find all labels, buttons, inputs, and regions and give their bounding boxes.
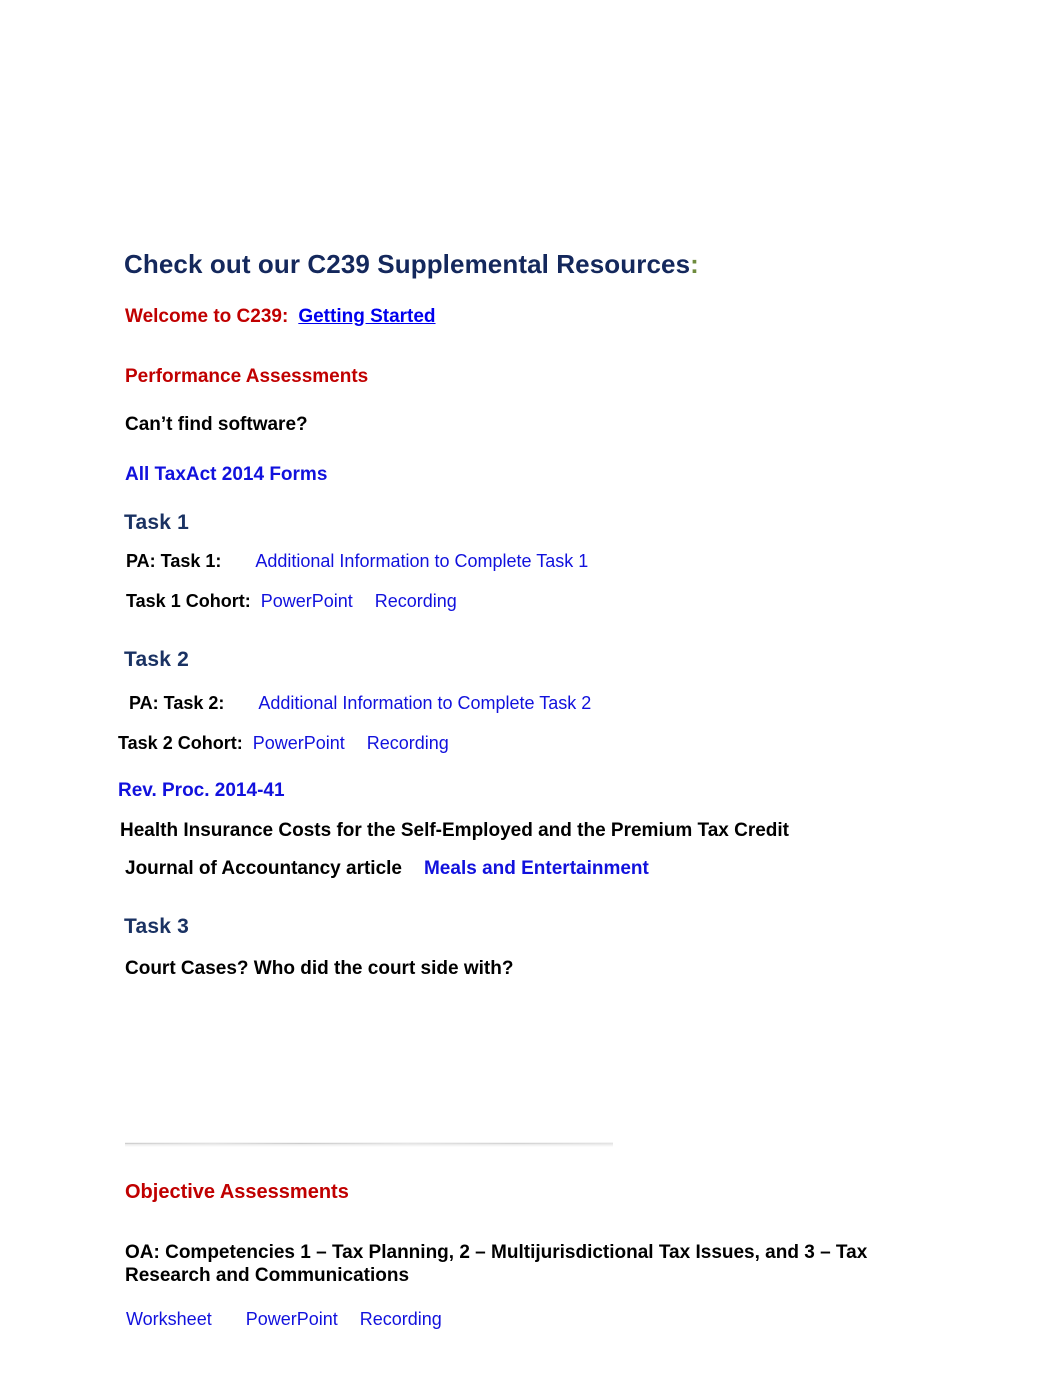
- meals-and-entertainment-link[interactable]: Meals and Entertainment: [424, 858, 649, 879]
- rev-proc-2014-41-link[interactable]: Rev. Proc. 2014-41: [118, 780, 285, 802]
- page-title-colon: :: [690, 249, 699, 279]
- task-1-recording-link[interactable]: Recording: [375, 591, 457, 611]
- task-2-recording-link[interactable]: Recording: [367, 733, 449, 753]
- task-1-additional-info-link[interactable]: Additional Information to Complete Task …: [255, 551, 588, 571]
- document-page: Check out our C239 Supplemental Resource…: [0, 0, 1062, 1377]
- welcome-line: Welcome to C239: Getting Started: [125, 306, 436, 328]
- task-2-cohort-label: Task 2 Cohort:: [118, 733, 243, 753]
- task-2-heading: Task 2: [124, 648, 190, 671]
- task-1-pa-row: PA: Task 1: Additional Information to Com…: [126, 551, 588, 572]
- task-1-powerpoint-link[interactable]: PowerPoint: [261, 591, 353, 611]
- task-1-cohort-row: Task 1 Cohort: PowerPoint Recording: [126, 591, 457, 612]
- page-title-text: Check out our C239 Supplemental Resource…: [124, 249, 691, 279]
- objective-links-row: Worksheet PowerPoint Recording: [126, 1309, 442, 1330]
- oa-worksheet-link[interactable]: Worksheet: [126, 1309, 212, 1329]
- oa-powerpoint-link[interactable]: PowerPoint: [246, 1309, 338, 1329]
- oa-recording-link[interactable]: Recording: [360, 1309, 442, 1329]
- task-1-heading: Task 1: [124, 511, 190, 534]
- task-2-powerpoint-link[interactable]: PowerPoint: [253, 733, 345, 753]
- task-2-cohort-row: Task 2 Cohort: PowerPoint Recording: [118, 733, 449, 754]
- horizontal-divider: [125, 1142, 613, 1147]
- getting-started-link[interactable]: Getting Started: [298, 306, 435, 327]
- court-cases-text: Court Cases? Who did the court side with…: [125, 958, 514, 979]
- task-3-heading: Task 3: [124, 915, 190, 938]
- task-2-pa-row: PA: Task 2: Additional Information to Com…: [129, 693, 591, 714]
- health-insurance-text: Health Insurance Costs for the Self-Empl…: [120, 820, 790, 841]
- task-1-pa-label: PA: Task 1:: [126, 551, 222, 571]
- performance-assessments-heading: Performance Assessments: [125, 366, 369, 387]
- objective-assessments-heading: Objective Assessments: [125, 1181, 349, 1203]
- welcome-label: Welcome to C239:: [125, 306, 289, 327]
- software-question-text: Can’t find software?: [125, 414, 308, 435]
- journal-of-accountancy-text: Journal of Accountancy article: [125, 858, 402, 879]
- oa-competencies-text: OA: Competencies 1 – Tax Planning, 2 – M…: [125, 1242, 868, 1287]
- task-1-cohort-label: Task 1 Cohort:: [126, 591, 251, 611]
- task-2-pa-label: PA: Task 2:: [129, 693, 225, 713]
- journal-row: Journal of Accountancy article Meals and …: [125, 858, 649, 880]
- task-2-additional-info-link[interactable]: Additional Information to Complete Task …: [258, 693, 591, 713]
- taxact-forms-link[interactable]: All TaxAct 2014 Forms: [125, 464, 327, 486]
- page-title: Check out our C239 Supplemental Resource…: [124, 249, 699, 280]
